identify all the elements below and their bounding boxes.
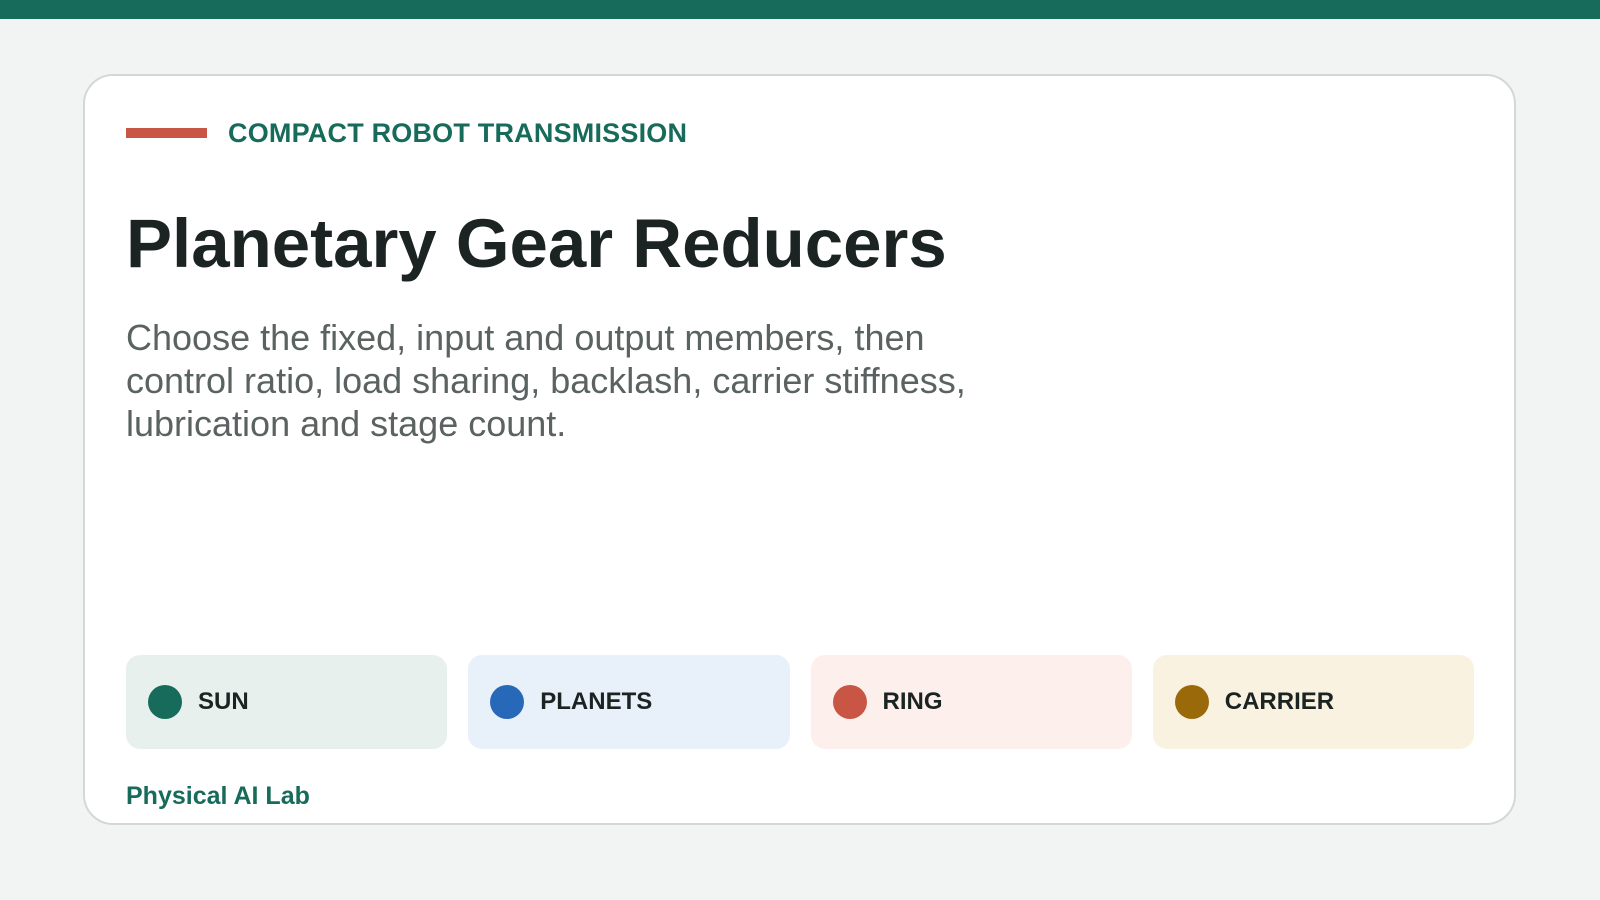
legend-label-sun: SUN — [198, 688, 249, 715]
content-card: COMPACT ROBOT TRANSMISSION Planetary Gea… — [83, 74, 1516, 825]
legend-item-carrier: CARRIER — [1152, 655, 1474, 749]
top-accent-bar — [0, 0, 1600, 19]
sun-color-dot-icon — [148, 685, 182, 719]
legend-label-planets: PLANETS — [540, 688, 653, 715]
page-title: Planetary Gear Reducers — [126, 205, 947, 282]
eyebrow-label: COMPACT ROBOT TRANSMISSION — [228, 118, 688, 148]
carrier-color-dot-icon — [1174, 685, 1209, 719]
legend-item-planets: PLANETS — [468, 655, 790, 749]
planets-color-dot-icon — [490, 685, 525, 719]
legend-label-ring: RING — [882, 688, 943, 715]
eyebrow-accent-line — [126, 128, 207, 138]
legend-item-ring: RING — [810, 655, 1132, 749]
legend-item-sun: SUN — [126, 655, 448, 749]
page-subtitle: Choose the fixed, input and output membe… — [126, 317, 966, 444]
legend-label-carrier: CARRIER — [1224, 688, 1335, 715]
footer-brand: Physical AI Lab — [126, 782, 310, 810]
component-legend: SUN PLANETS RING CARRIER — [126, 655, 1474, 749]
ring-color-dot-icon — [832, 685, 867, 719]
